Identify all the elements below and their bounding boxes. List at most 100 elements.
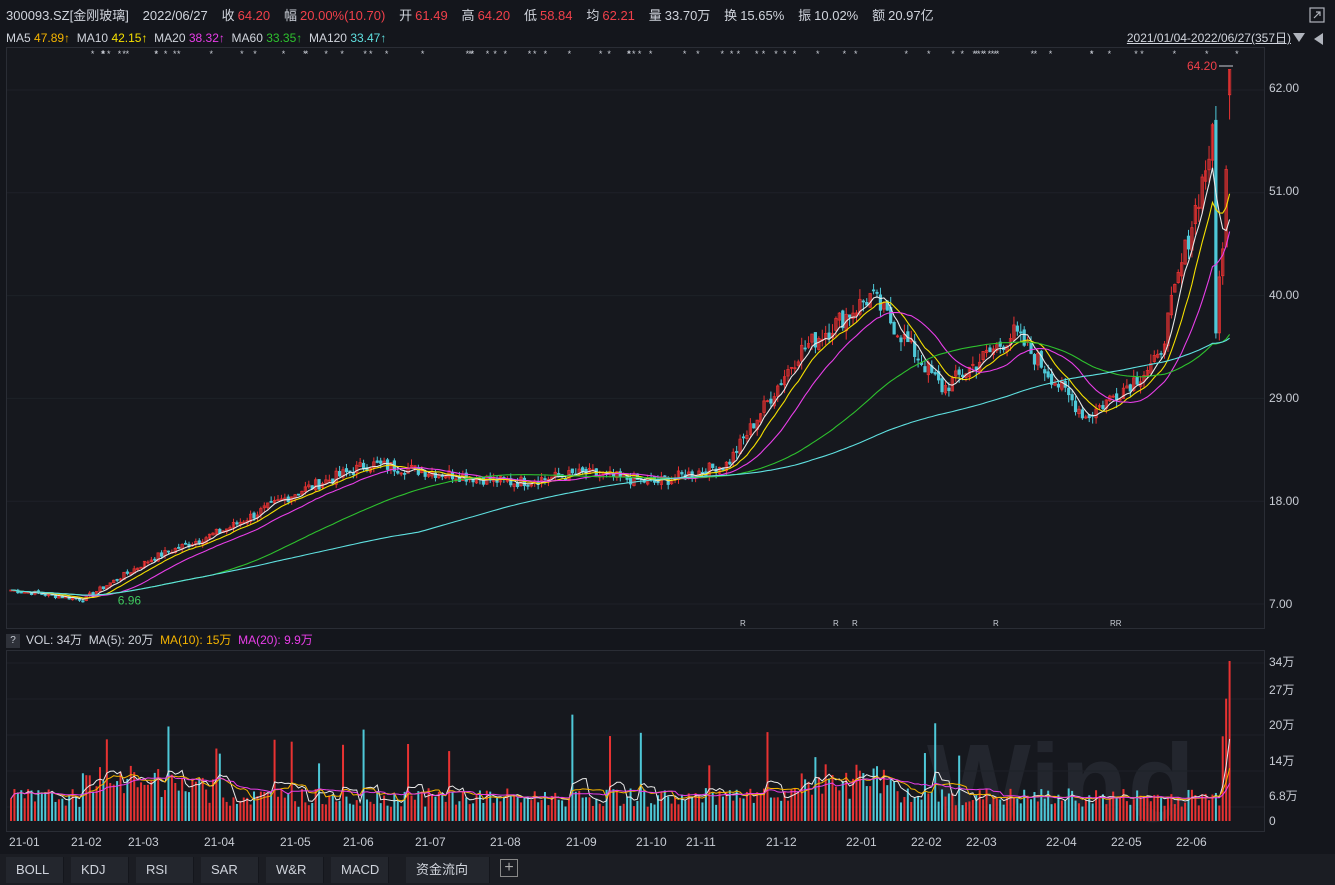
candle-body: [166, 550, 171, 553]
volume-bar: [20, 790, 23, 821]
time-tick: 21-03: [128, 835, 159, 849]
volume-bar: [307, 805, 310, 821]
volume-bar: [157, 769, 160, 821]
volume-bar: [376, 790, 379, 821]
date-range-selector[interactable]: 2021/01/04-2022/06/27(357日): [1127, 30, 1291, 46]
volume-bar: [201, 777, 204, 821]
volume-bar: [1132, 799, 1135, 821]
volume-bar: [923, 753, 926, 821]
volume-bar: [776, 797, 779, 821]
volume-bar: [513, 796, 516, 821]
volume-bar: [585, 797, 588, 821]
price-chart[interactable]: * * * * * * * * * * * * * * * * * * * * * * * * * * * * * * * * * * * * * * * *…: [6, 47, 1265, 629]
volume-bar: [855, 764, 858, 821]
vol-title: VOL: 34万: [26, 633, 83, 647]
ma60-value: 33.35↑: [266, 31, 303, 45]
tab-sar[interactable]: SAR: [201, 857, 259, 883]
candle-body: [957, 369, 961, 375]
tab-fund-flow[interactable]: 资金流向: [406, 857, 490, 883]
event-star: *: [904, 49, 908, 59]
event-star: *: [737, 49, 741, 59]
volume-bar: [739, 797, 742, 821]
event-star: *: [649, 49, 653, 59]
candlestick-chart[interactable]: * * * * * * * * * * * * * * * * * * * * * * * * * * * * * * * * * * * * * * * *…: [7, 48, 1264, 628]
volume-bar: [441, 793, 444, 821]
volume-bar: [489, 791, 492, 821]
expand-icon[interactable]: [1309, 7, 1325, 23]
volume-bar: [1009, 788, 1012, 821]
amount-label: 额: [872, 8, 886, 23]
volume-bar: [300, 789, 303, 821]
r-marker: RR: [1110, 619, 1122, 628]
candle-body: [1186, 235, 1191, 250]
tab-macd[interactable]: MACD: [331, 857, 389, 883]
volume-bar: [982, 799, 985, 821]
candle-body: [899, 337, 903, 343]
event-star: *: [1134, 49, 1138, 59]
volume-bar: [314, 789, 317, 821]
event-star: *: [783, 49, 787, 59]
event-star: *: [696, 49, 700, 59]
stock-code[interactable]: 300093.SZ[金刚玻璃]: [6, 8, 129, 23]
collapse-arrow-icon[interactable]: [1314, 33, 1323, 45]
volume-bar: [1153, 795, 1156, 821]
ma10-value: 42.15↑: [111, 31, 148, 45]
volume-bar: [930, 791, 933, 821]
volume-bar: [1019, 803, 1022, 821]
volume-bars[interactable]: Wind: [7, 651, 1264, 831]
candle-body: [183, 542, 188, 545]
volume-bar: [133, 772, 136, 821]
candle-body: [375, 460, 379, 463]
ma-legend: MA5 47.89↑ MA10 42.15↑ MA20 38.32↑ MA60 …: [0, 30, 1335, 46]
volume-bar: [509, 794, 512, 821]
add-tab-icon[interactable]: +: [500, 859, 518, 877]
tab-kdj[interactable]: KDJ: [71, 857, 129, 883]
volume-bar: [164, 790, 167, 821]
volume-bar: [1173, 804, 1176, 821]
tab-wr[interactable]: W&R: [266, 857, 324, 883]
volume-bar: [437, 791, 440, 821]
tab-rsi[interactable]: RSI: [136, 857, 194, 883]
volume-bar: [1006, 797, 1009, 821]
time-tick: 22-04: [1046, 835, 1077, 849]
event-star: *: [363, 49, 367, 59]
candle-body: [1056, 383, 1061, 388]
volume-bar: [270, 793, 273, 821]
volume-bar: [294, 801, 297, 821]
volume-bar: [448, 751, 451, 821]
volume-bar: [1036, 801, 1039, 821]
volume-bar: [530, 800, 533, 821]
dropdown-arrow-icon[interactable]: [1293, 33, 1305, 42]
event-star: *: [544, 49, 548, 59]
volume-bar: [920, 799, 923, 821]
event-star: *: [107, 49, 111, 59]
candle-body: [1073, 400, 1078, 413]
volume-bar: [407, 743, 410, 821]
volume-bar: [913, 797, 916, 821]
time-tick: 21-11: [686, 835, 716, 849]
volume-bar: [1095, 790, 1098, 821]
candle-body: [865, 302, 869, 306]
time-tick: 21-06: [343, 835, 374, 849]
indicator-tabs: BOLL KDJ RSI SAR W&R MACD 资金流向 +: [0, 854, 1335, 885]
volume-bar: [523, 797, 526, 821]
vol-ma5: MA(5): 20万: [88, 633, 154, 647]
tab-boll[interactable]: BOLL: [6, 857, 64, 883]
candle-body: [960, 374, 965, 377]
event-star: *: [632, 49, 636, 59]
volume-bar: [834, 786, 837, 821]
volume-chart[interactable]: Wind: [6, 650, 1265, 832]
volume-bar: [451, 792, 454, 821]
help-icon[interactable]: ?: [6, 633, 20, 648]
volume-bar: [838, 790, 841, 821]
volume-bar: [1060, 800, 1063, 821]
volume-bar: [1054, 803, 1057, 821]
volume-bar: [759, 794, 762, 821]
time-tick: 21-08: [490, 835, 521, 849]
volume-bar: [126, 778, 129, 821]
volume-bar: [229, 805, 232, 821]
candle-body: [1135, 376, 1139, 385]
volume-bar: [591, 805, 594, 821]
volume-bar: [143, 784, 146, 821]
candle-body: [296, 493, 301, 496]
